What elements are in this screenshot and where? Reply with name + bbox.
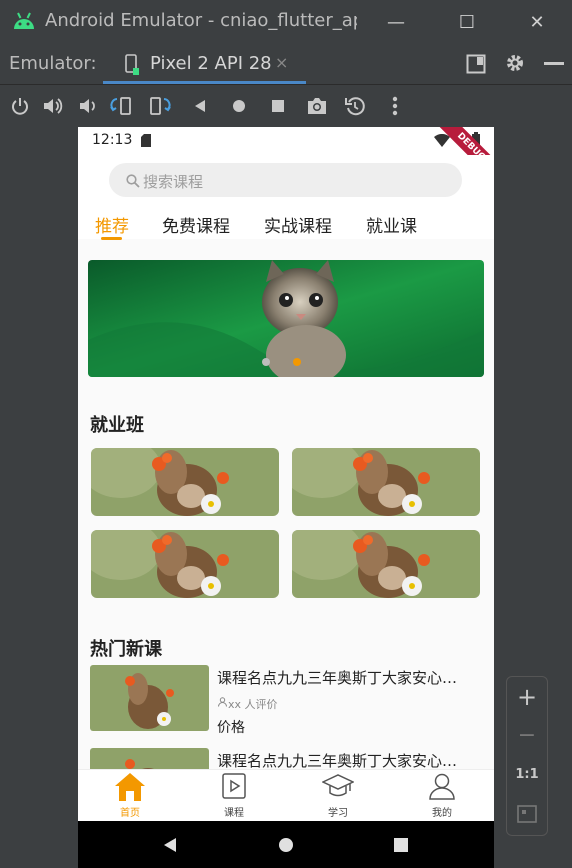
phone-screen: 12:13 DEBUG 搜索课程 推荐 免费课程 实战课程 就业课 就业班 热门…: [78, 127, 494, 868]
hot-course-item[interactable]: 课程名点九九三年奥斯丁大家安心… xx 人评价 价格: [90, 665, 484, 736]
nav-study[interactable]: 学习: [286, 770, 390, 822]
tab-recommend[interactable]: 推荐: [95, 212, 129, 237]
nav-course[interactable]: 课程: [182, 770, 286, 822]
course-title: 课程名点九九三年奥斯丁大家安心…: [217, 669, 458, 687]
course-title: 课程名点九九三年奥斯丁大家安心…: [217, 752, 458, 769]
search-input[interactable]: 搜索课程: [109, 163, 462, 197]
system-back-icon[interactable]: [162, 837, 178, 853]
search-placeholder: 搜索课程: [143, 173, 204, 191]
close-tab-icon[interactable]: ×: [275, 53, 288, 72]
layout-toggle-icon[interactable]: [466, 54, 486, 74]
active-tab-indicator: [101, 237, 122, 240]
power-icon[interactable]: [6, 92, 34, 120]
course-price: 价格: [217, 720, 245, 736]
squirrel-image: [90, 748, 209, 769]
system-home-icon[interactable]: [278, 837, 294, 853]
emulator-label: Emulator:: [9, 53, 97, 74]
app-header: 搜索课程 推荐 免费课程 实战课程 就业课: [78, 155, 494, 240]
job-course-card[interactable]: [292, 530, 480, 598]
bottom-navigation: 首页 课程 学习 我的: [78, 769, 494, 822]
nav-profile[interactable]: 我的: [390, 770, 494, 822]
nav-course-label: 课程: [224, 808, 244, 819]
nav-home[interactable]: 首页: [78, 770, 182, 822]
close-window-button[interactable]: ✕: [521, 6, 553, 38]
system-overview-icon[interactable]: [394, 838, 408, 852]
home-icon[interactable]: [225, 92, 253, 120]
android-logo-icon: [14, 12, 34, 29]
maximize-button[interactable]: ☐: [451, 6, 483, 38]
section-title-hot: 热门新课: [90, 639, 162, 660]
squirrel-image: [292, 530, 480, 598]
tab-free-courses[interactable]: 免费课程: [162, 212, 230, 237]
course-icon: [222, 773, 246, 799]
profile-icon: [429, 773, 455, 800]
wifi-icon: [434, 134, 450, 147]
course-thumbnail: [90, 665, 209, 731]
home-icon: [115, 773, 145, 801]
fit-screen-icon[interactable]: [517, 805, 537, 823]
study-icon: [322, 774, 354, 797]
nav-profile-label: 我的: [432, 808, 452, 819]
squirrel-image: [292, 448, 480, 516]
rotate-left-icon[interactable]: [107, 92, 135, 120]
section-title-job: 就业班: [90, 415, 144, 436]
tab-practical-courses[interactable]: 实战课程: [264, 212, 332, 237]
squirrel-image: [91, 448, 279, 516]
status-time: 12:13: [92, 132, 133, 148]
job-course-card[interactable]: [91, 448, 279, 516]
system-navigation-bar: [78, 821, 494, 868]
settings-gear-icon[interactable]: [505, 53, 525, 73]
nav-study-label: 学习: [328, 808, 348, 819]
device-tab[interactable]: Pixel 2 API 28 ×: [103, 44, 306, 84]
tab-job-courses[interactable]: 就业课: [366, 212, 417, 237]
active-tab-underline: [103, 81, 306, 84]
title-bar: Android Emulator - cniao_flutter_app — ☐…: [0, 0, 572, 44]
banner-carousel[interactable]: [88, 260, 484, 377]
emulator-toolbar: [0, 85, 572, 127]
category-tabs: 推荐 免费课程 实战课程 就业课: [78, 209, 494, 240]
job-course-card[interactable]: [91, 530, 279, 598]
device-tab-label: Pixel 2 API 28: [150, 53, 272, 74]
hot-course-item[interactable]: 课程名点九九三年奥斯丁大家安心…: [90, 748, 484, 769]
minimize-button[interactable]: —: [380, 6, 412, 38]
overview-icon[interactable]: [264, 92, 292, 120]
squirrel-image: [90, 665, 209, 731]
back-icon[interactable]: [186, 92, 214, 120]
rotate-right-icon[interactable]: [146, 92, 174, 120]
zoom-panel: + − 1:1: [506, 676, 548, 836]
hide-panel-icon[interactable]: [544, 62, 564, 66]
more-icon[interactable]: [381, 92, 409, 120]
course-rating-count: xx 人评价: [228, 698, 278, 711]
status-bar: 12:13 DEBUG: [78, 127, 494, 185]
kitten-banner-image: [88, 260, 484, 377]
emulator-tab-bar: Emulator: Pixel 2 API 28 ×: [0, 44, 572, 85]
volume-up-icon[interactable]: [39, 92, 67, 120]
sd-card-icon: [141, 134, 151, 147]
course-thumbnail: [90, 748, 209, 769]
job-course-card[interactable]: [292, 448, 480, 516]
banner-dot[interactable]: [262, 358, 270, 366]
phone-device-icon: [125, 54, 139, 75]
search-icon: [126, 174, 140, 188]
camera-icon[interactable]: [303, 92, 331, 120]
zoom-in-button[interactable]: +: [507, 683, 547, 711]
replay-icon[interactable]: [341, 92, 369, 120]
banner-dot-active[interactable]: [293, 358, 301, 366]
volume-down-icon[interactable]: [73, 92, 101, 120]
window-title: Android Emulator - cniao_flutter_app: [45, 10, 357, 31]
user-icon: [218, 697, 227, 707]
squirrel-image: [91, 530, 279, 598]
zoom-out-button[interactable]: −: [507, 723, 547, 748]
nav-home-label: 首页: [120, 808, 140, 819]
zoom-one-to-one-button[interactable]: 1:1: [507, 767, 547, 782]
